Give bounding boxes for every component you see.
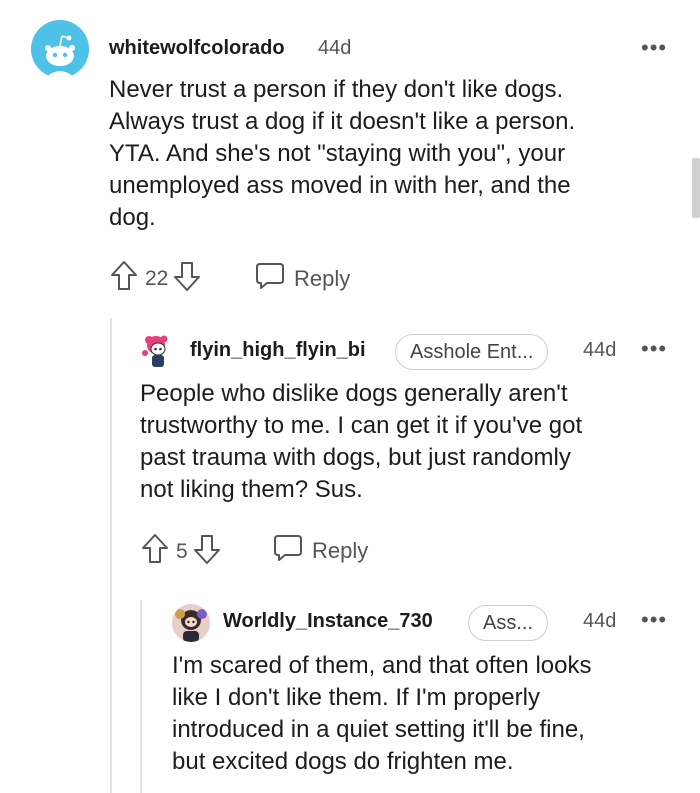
- more-options-icon[interactable]: •••: [641, 37, 667, 59]
- comment-body: Never trust a person if they don't like …: [109, 74, 575, 234]
- comment-text-line: People who dislike dogs generally aren't: [140, 380, 568, 407]
- thread-line-level2: [140, 600, 142, 793]
- scrollbar[interactable]: [692, 158, 700, 218]
- comment-text-line: dog.: [109, 204, 156, 231]
- upvote-icon[interactable]: [109, 259, 139, 299]
- user-flair-badge: Asshole Ent...: [395, 334, 549, 370]
- reply-label: Reply: [294, 266, 351, 291]
- more-options-icon[interactable]: •••: [641, 609, 667, 631]
- user-flair-badge: Ass...: [468, 605, 549, 641]
- comment-age: 44d: [583, 610, 617, 632]
- avatar[interactable]: [140, 333, 176, 369]
- thread-line-level1: [110, 318, 112, 793]
- reply-button[interactable]: Reply: [272, 533, 368, 569]
- downvote-icon[interactable]: [192, 532, 222, 572]
- reply-button[interactable]: Reply: [254, 261, 350, 297]
- comment-text-line: Always trust a dog if it doesn't like a …: [109, 108, 576, 135]
- downvote-icon[interactable]: [172, 259, 202, 299]
- reply-icon: [254, 261, 286, 297]
- comment-body: I'm scared of them, and that often looks…: [172, 650, 591, 778]
- avatar[interactable]: [31, 20, 89, 78]
- comment-text-line: Never trust a person if they don't like …: [109, 76, 564, 103]
- reply-icon: [272, 533, 304, 569]
- comment-text-line: unemployed ass moved in with her, and th…: [109, 172, 571, 199]
- comment-username[interactable]: whitewolfcolorado: [109, 37, 285, 60]
- comment-text-line: past trauma with dogs, but just randomly: [140, 444, 571, 471]
- comment-text-line: trustworthy to me. I can get it if you'v…: [140, 412, 583, 439]
- more-options-icon[interactable]: •••: [641, 338, 667, 360]
- comment-text-line: I'm scared of them, and that often looks: [172, 652, 592, 679]
- comment-text-line: introduced in a quiet setting it'll be f…: [172, 716, 585, 743]
- vote-count: 5: [176, 540, 188, 563]
- vote-controls: 22: [109, 259, 202, 299]
- vote-controls: 5: [140, 532, 222, 572]
- comment-text-line: but excited dogs do frighten me.: [172, 748, 514, 775]
- reply-label: Reply: [312, 538, 369, 563]
- avatar[interactable]: [172, 604, 210, 642]
- comment-username[interactable]: flyin_high_flyin_bi: [190, 339, 366, 362]
- comment-body: People who dislike dogs generally aren't…: [140, 378, 582, 506]
- comment-text-line: YTA. And she's not "staying with you", y…: [109, 140, 566, 167]
- vote-count: 22: [145, 267, 169, 290]
- comment-age: 44d: [318, 37, 352, 59]
- comment-username[interactable]: Worldly_Instance_730: [223, 610, 433, 633]
- comment-age: 44d: [583, 339, 617, 361]
- upvote-icon[interactable]: [140, 532, 170, 572]
- comment-text-line: not liking them? Sus.: [140, 476, 363, 503]
- comment-text-line: like I don't like them. If I'm properly: [172, 684, 540, 711]
